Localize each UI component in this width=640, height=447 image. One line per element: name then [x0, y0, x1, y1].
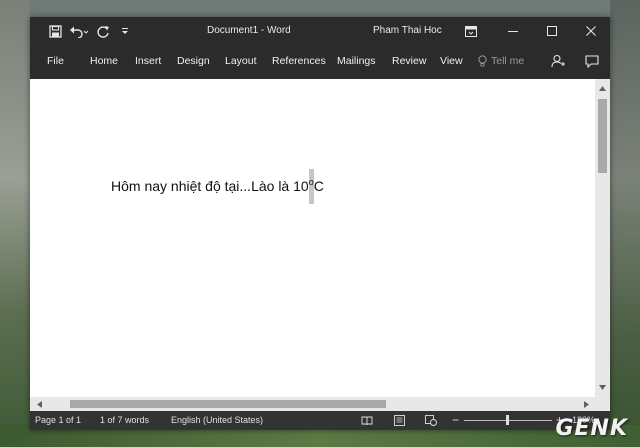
zoom-out-button[interactable]: −	[452, 411, 459, 430]
tab-mailings[interactable]: Mailings	[337, 45, 376, 77]
tab-insert[interactable]: Insert	[135, 45, 161, 77]
paragraph-text: Hôm nay nhiệt độ tại...Lào là 10	[111, 178, 309, 194]
document-page[interactable]: Hôm nay nhiệt độ tại...Lào là 10oC	[30, 79, 595, 397]
minimize-icon[interactable]	[493, 17, 532, 45]
document-paragraph[interactable]: Hôm nay nhiệt độ tại...Lào là 10oC	[111, 169, 324, 204]
tab-view[interactable]: View	[440, 45, 463, 77]
web-layout-icon[interactable]	[423, 413, 439, 428]
unit-text: C	[313, 178, 324, 194]
scrollbar-corner	[595, 397, 610, 411]
tell-me-box[interactable]: Tell me	[478, 45, 524, 77]
desktop-wallpaper-left	[0, 0, 30, 447]
vertical-scrollbar[interactable]	[595, 79, 610, 397]
lightbulb-icon	[478, 55, 487, 67]
scroll-right-icon[interactable]	[579, 397, 593, 411]
tab-design[interactable]: Design	[177, 45, 210, 77]
undo-icon[interactable]	[66, 20, 92, 42]
customize-qat-icon[interactable]	[114, 20, 136, 42]
tab-home[interactable]: Home	[90, 45, 118, 77]
quick-access-toolbar	[30, 17, 136, 45]
save-icon[interactable]	[44, 20, 66, 42]
title-bar: Document1 - Word Pham Thai Hoc	[30, 17, 610, 45]
scroll-left-icon[interactable]	[32, 397, 46, 411]
document-title: Document1 - Word	[207, 25, 291, 36]
comments-icon[interactable]	[580, 45, 604, 77]
tab-layout[interactable]: Layout	[225, 45, 257, 77]
ribbon-tabs: File Home Insert Design Layout Reference…	[30, 45, 610, 77]
vertical-scroll-thumb[interactable]	[598, 99, 607, 173]
redo-icon[interactable]	[92, 20, 114, 42]
scroll-down-icon[interactable]	[595, 380, 610, 395]
zoom-slider-thumb[interactable]	[506, 415, 509, 425]
share-icon[interactable]	[546, 45, 570, 77]
tell-me-placeholder: Tell me	[491, 55, 525, 67]
horizontal-scroll-thumb[interactable]	[70, 400, 386, 408]
word-count[interactable]: 1 of 7 words	[100, 411, 149, 430]
read-mode-icon[interactable]	[359, 413, 375, 428]
window-controls	[493, 17, 610, 45]
word-window: Document1 - Word Pham Thai Hoc File Home…	[30, 17, 610, 430]
close-icon[interactable]	[571, 17, 610, 45]
horizontal-scrollbar[interactable]	[30, 397, 595, 411]
ribbon-display-options-icon[interactable]	[458, 17, 484, 45]
genk-watermark-logo: GENK	[555, 416, 628, 441]
print-layout-icon[interactable]	[391, 413, 407, 428]
language-indicator[interactable]: English (United States)	[171, 411, 263, 430]
page-count[interactable]: Page 1 of 1	[35, 411, 81, 430]
status-bar: Page 1 of 1 1 of 7 words English (United…	[30, 411, 610, 430]
tab-references[interactable]: References	[272, 45, 326, 77]
tab-file[interactable]: File	[47, 45, 64, 77]
tab-review[interactable]: Review	[392, 45, 426, 77]
desktop-wallpaper-right	[610, 0, 640, 447]
scroll-up-icon[interactable]	[595, 81, 610, 96]
maximize-icon[interactable]	[532, 17, 571, 45]
user-name[interactable]: Pham Thai Hoc	[373, 17, 442, 45]
